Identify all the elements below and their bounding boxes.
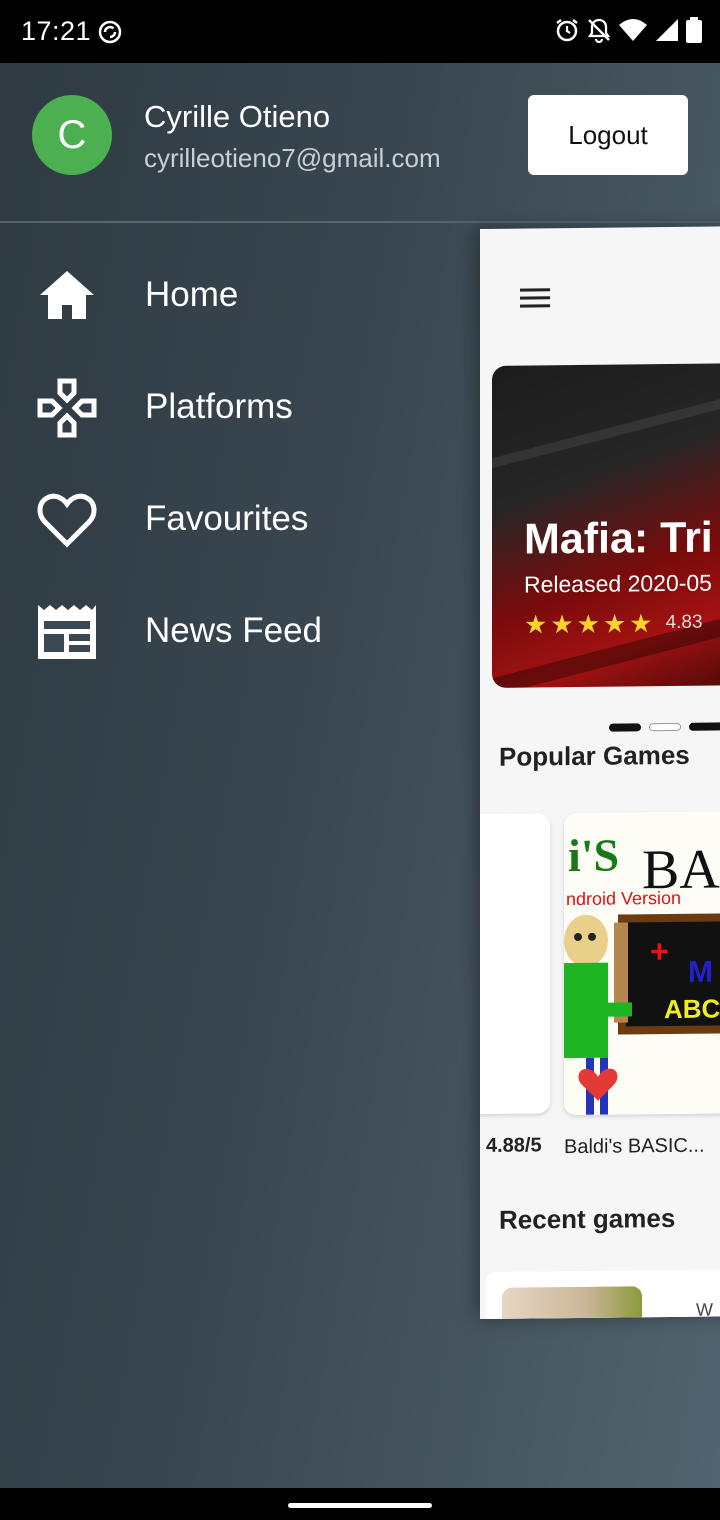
star-icon: ★ [602,608,627,639]
avatar[interactable]: C [32,95,112,175]
recent-game-thumbnail [502,1286,642,1319]
svg-text:ndroid Version: ndroid Version [566,888,681,909]
game-card[interactable] [480,813,550,1115]
heart-icon [36,489,98,551]
alarm-icon [554,17,580,48]
gamepad-icon [36,377,98,439]
svg-text:i'S: i'S [568,830,619,882]
star-icon: ★ [524,609,548,640]
featured-game-card[interactable]: Mafia: Tri Released 2020-05 ★ ★ ★ ★ ★ 4.… [492,363,720,688]
app-preview[interactable]: Mafia: Tri Released 2020-05 ★ ★ ★ ★ ★ 4.… [480,226,720,1319]
wifi-icon [618,17,648,48]
home-gesture-handle[interactable] [288,1503,432,1508]
nav-label-platforms: Platforms [145,387,293,426]
recent-game-card[interactable]: W [486,1269,720,1319]
menu-icon[interactable] [520,286,552,315]
carousel-dot[interactable] [689,722,720,731]
logout-button[interactable]: Logout [528,95,688,175]
star-icon: ★ [629,608,653,639]
nav-label-home: Home [145,275,239,314]
svg-text:M: M [688,956,713,989]
status-bar: 17:21 [0,0,720,63]
nav-item-platforms[interactable]: Platforms [0,357,460,457]
popular-game-rating: 4.88/5 [486,1134,542,1157]
star-icon: ★ [576,608,600,639]
newspaper-icon [36,601,98,663]
do-not-disturb-icon [98,20,122,49]
svg-text:ABC: ABC [664,993,720,1024]
featured-game-released: Released 2020-05 [524,569,712,598]
system-navigation-bar [0,1488,720,1520]
featured-game-title: Mafia: Tri [524,513,713,564]
popular-game-name: Baldi's BASIC... [564,1134,705,1159]
carousel-dot-active[interactable] [609,723,641,732]
carousel-dot[interactable] [649,722,681,732]
nav-item-news-feed[interactable]: News Feed [0,581,460,681]
svg-text:+: + [650,933,669,969]
notifications-off-icon [586,17,612,48]
featured-game-stars: ★ ★ ★ ★ ★ 4.83 [524,608,703,640]
status-time: 17:21 [21,16,92,46]
nav-item-home[interactable]: Home [0,245,460,345]
home-icon [36,265,98,327]
recent-games-title: Recent games [499,1202,676,1235]
game-card-baldi[interactable]: i'S BA ndroid Version + M ABC [564,811,720,1116]
user-email: cyrilleotieno7@gmail.com [144,143,441,173]
featured-game-rating: 4.83 [665,611,703,634]
battery-icon [686,17,702,48]
nav-item-favourites[interactable]: Favourites [0,469,460,569]
signal-icon [654,17,680,48]
nav-label-favourites: Favourites [145,499,309,538]
user-name: Cyrille Otieno [144,99,331,134]
recent-game-partial-text: W [696,1299,713,1319]
nav-label-news-feed: News Feed [145,611,323,650]
status-icons [554,17,702,48]
game-cover-art: i'S BA ndroid Version + M ABC [564,811,720,1116]
star-icon: ★ [550,609,574,640]
drawer-header: C Cyrille Otieno cyrilleotieno7@gmail.co… [0,63,720,223]
popular-games-title: Popular Games [499,739,690,772]
